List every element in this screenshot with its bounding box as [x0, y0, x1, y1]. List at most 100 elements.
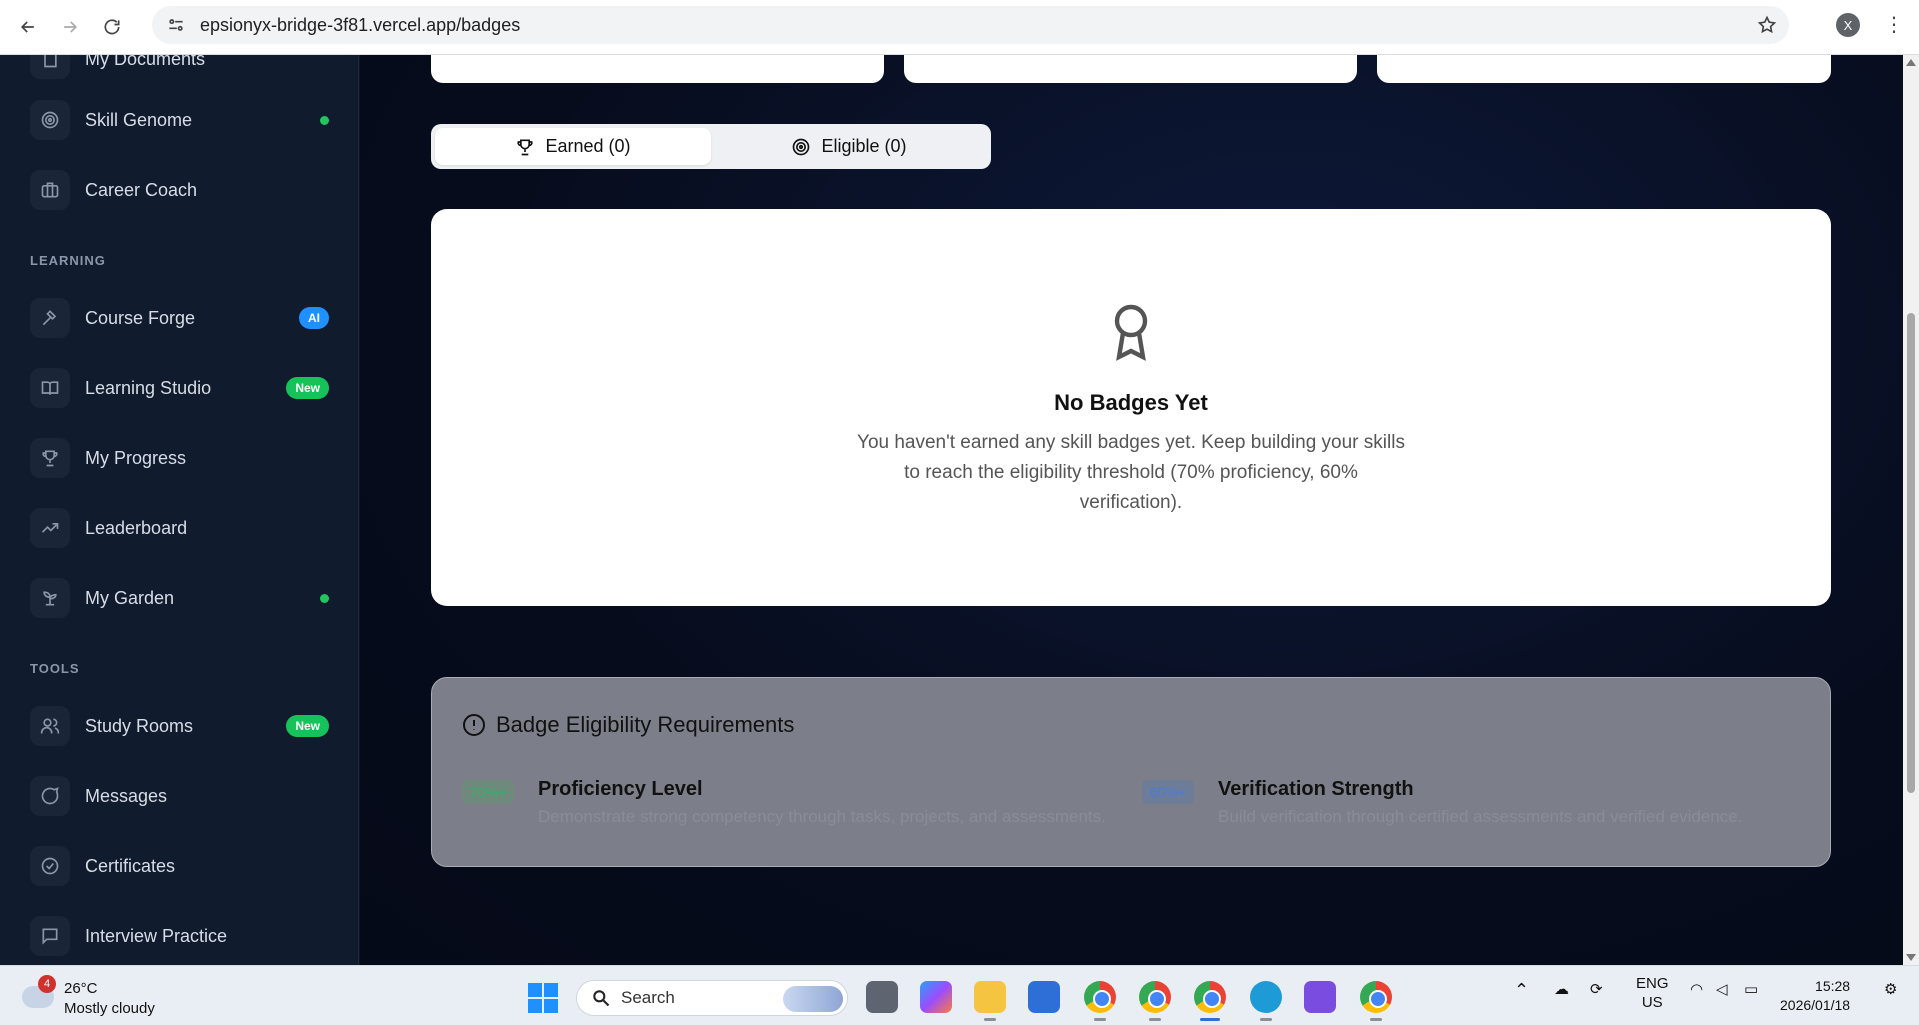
reload-button[interactable] [98, 13, 126, 41]
message-square-icon [30, 916, 70, 956]
new-badge: New [286, 715, 329, 737]
sidebar-item-label: Career Coach [85, 179, 198, 200]
status-dot [320, 593, 329, 603]
address-bar[interactable]: epsionyx-bridge-3f81.vercel.app/badges [152, 6, 1789, 44]
main-content: Earned (0) Eligible (0) No Badges Yet Yo… [360, 55, 1903, 965]
requirement-name: Proficiency Level [538, 778, 703, 800]
stat-card [904, 55, 1357, 83]
tab-earned[interactable]: Earned (0) [435, 128, 711, 165]
clock-time: 15:28 [1815, 978, 1851, 994]
threshold-pill: 60%+ [1142, 780, 1195, 804]
browser-menu-icon[interactable]: ⋮ [1884, 14, 1904, 36]
sidebar-item-certificates[interactable]: Certificates [30, 844, 335, 888]
message-circle-icon [30, 776, 70, 816]
weather-widget[interactable]: 4 26°C Mostly cloudy [22, 975, 172, 1018]
stat-card [431, 55, 884, 83]
hammer-icon [30, 298, 70, 338]
book-open-icon [30, 368, 70, 408]
sidebar-item-career-coach[interactable]: Career Coach [30, 168, 335, 212]
sidebar-item-label: Messages [85, 785, 168, 806]
empty-state-card: No Badges Yet You haven't earned any ski… [431, 209, 1831, 606]
battery-icon[interactable]: ▭ [1744, 980, 1758, 998]
chrome-icon[interactable] [1139, 981, 1171, 1021]
sidebar-item-my-garden[interactable]: My Garden [30, 576, 335, 620]
chevron-up-icon[interactable]: ⌃ [1514, 980, 1529, 1001]
sidebar-item-study-rooms[interactable]: Study Rooms New [30, 704, 335, 748]
copilot-icon[interactable] [920, 981, 952, 1013]
sync-icon[interactable]: ⟳ [1590, 980, 1603, 998]
chrome-icon[interactable] [1360, 981, 1392, 1021]
sidebar-item-label: Leaderboard [85, 517, 188, 538]
taskbar-search[interactable]: Search [576, 980, 848, 1016]
page-scrollbar[interactable] [1903, 55, 1919, 965]
url-text[interactable]: epsionyx-bridge-3f81.vercel.app/badges [200, 15, 520, 36]
threshold-pill: 70%+ [462, 780, 515, 804]
sidebar-item-my-documents[interactable]: My Documents [30, 55, 335, 81]
requirements-title-text: Badge Eligibility Requirements [496, 712, 795, 737]
sidebar-item-label: My Garden [85, 587, 175, 608]
scroll-up-icon[interactable] [1906, 59, 1916, 66]
sidebar-item-label: Interview Practice [85, 925, 228, 946]
scrollbar-thumb[interactable] [1907, 313, 1915, 793]
search-highlight-image [783, 986, 843, 1012]
arrow-left-icon [20, 21, 34, 33]
sidebar-item-interview-practice[interactable]: Interview Practice [30, 914, 335, 958]
bookmark-star-icon[interactable] [1757, 15, 1777, 35]
site-settings-icon[interactable] [166, 15, 186, 35]
sprout-icon [30, 578, 70, 618]
trophy-icon [30, 438, 70, 478]
sidebar-item-my-progress[interactable]: My Progress [30, 436, 335, 480]
requirements-card: Badge Eligibility Requirements 70%+ Prof… [431, 677, 1831, 867]
sidebar-item-learning-studio[interactable]: Learning Studio New [30, 366, 335, 410]
section-title-learning: LEARNING [30, 253, 106, 268]
search-icon [593, 990, 610, 1007]
sidebar-item-label: Course Forge [85, 307, 196, 328]
scroll-down-icon[interactable] [1906, 954, 1916, 961]
notification-bell-icon[interactable]: ⚙ [1884, 980, 1897, 998]
edge-icon[interactable] [1250, 981, 1282, 1021]
sidebar-item-leaderboard[interactable]: Leaderboard [30, 506, 335, 550]
trophy-icon [517, 139, 534, 155]
start-button[interactable] [528, 983, 558, 1013]
requirement-description: Build verification through certified ass… [1218, 807, 1743, 826]
task-view-icon[interactable] [866, 981, 898, 1013]
sidebar-item-label: Skill Genome [85, 109, 193, 130]
language-code: ENG [1636, 975, 1669, 992]
file-explorer-icon[interactable] [974, 981, 1006, 1021]
forward-button[interactable] [56, 13, 84, 41]
tab-eligible[interactable]: Eligible (0) [711, 128, 987, 165]
section-title-tools: TOOLS [30, 661, 80, 676]
sidebar-item-course-forge[interactable]: Course Forge AI [30, 296, 335, 340]
sidebar-item-label: Certificates [85, 855, 176, 876]
wifi-icon[interactable]: ◠ [1690, 980, 1703, 998]
target-icon [793, 138, 810, 155]
volume-icon[interactable]: ◁ [1716, 980, 1728, 998]
arrow-right-icon [64, 21, 78, 33]
users-icon [30, 706, 70, 746]
new-badge: New [286, 377, 329, 399]
chrome-icon[interactable] [1084, 981, 1116, 1021]
target-icon [30, 100, 70, 140]
ai-badge: AI [299, 307, 329, 329]
sidebar-item-label: Learning Studio [85, 377, 212, 398]
back-button[interactable] [14, 13, 42, 41]
sidebar-item-label: My Progress [85, 447, 187, 468]
language-indicator[interactable]: ENG US [1636, 974, 1669, 1012]
cloud-off-icon[interactable]: ☁ [1554, 980, 1569, 998]
check-circle-icon [30, 846, 70, 886]
chrome-icon[interactable] [1194, 981, 1226, 1021]
search-placeholder: Search [621, 988, 675, 1007]
clock-date: 2026/01/18 [1780, 997, 1851, 1013]
profile-avatar[interactable]: X [1836, 13, 1860, 37]
document-icon [30, 55, 70, 79]
requirement-description: Demonstrate strong competency through ta… [538, 807, 1106, 826]
award-icon [1114, 304, 1148, 361]
store-icon[interactable] [1028, 981, 1060, 1013]
trending-up-icon [30, 508, 70, 548]
sidebar-item-skill-genome[interactable]: Skill Genome [30, 98, 335, 142]
sidebar-item-messages[interactable]: Messages [30, 774, 335, 818]
system-clock[interactable]: 15:28 2026/01/18 [1780, 977, 1850, 1015]
sidebar: My Documents Skill Genome Career Coach L… [0, 55, 359, 965]
browser-toolbar: epsionyx-bridge-3f81.vercel.app/badges X… [0, 0, 1919, 55]
app-icon[interactable] [1304, 981, 1336, 1013]
